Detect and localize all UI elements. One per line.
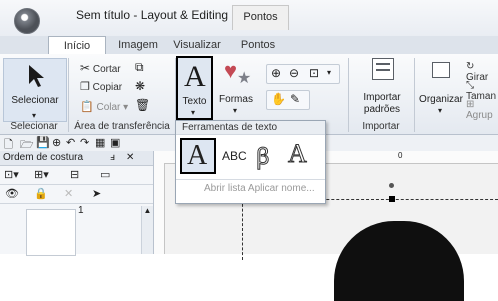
dropdown-divider — [176, 179, 325, 180]
group-separator — [414, 58, 415, 132]
measure-icon[interactable]: ✎ — [290, 92, 300, 106]
zoom-icon[interactable]: ⊕ — [52, 136, 61, 149]
group-label-selecionar: Selecionar — [10, 121, 58, 132]
importar-padroes-button[interactable]: Importar padrões — [352, 58, 412, 120]
trash-icon[interactable]: 🗑 — [135, 98, 150, 112]
ruler-label: 0 — [398, 151, 403, 160]
chevron-down-icon: ▾ — [191, 108, 196, 117]
zoom-in-icon[interactable]: ⊕ — [271, 66, 281, 80]
view-icon[interactable]: ▦ — [95, 136, 105, 149]
panel-toolbar-2: 👁 🔒 ✕ ➤ — [0, 185, 153, 204]
window-title: Sem título - Layout & Editing — [76, 8, 229, 22]
panel-scrollbar[interactable]: ▲ — [141, 206, 153, 254]
pin-icon[interactable]: ⅎ — [110, 152, 115, 163]
agrupar-button[interactable]: ⊞ Agrup — [466, 99, 498, 121]
panel-toolbar-1: ⊡▾ ⊞▾ ⊟ ▭ — [0, 166, 153, 185]
group-label-clipboard: Área de transferência — [74, 121, 170, 132]
lock-icon[interactable]: 🔒 — [34, 187, 48, 200]
merge-icon[interactable]: ⊞▾ — [34, 168, 49, 181]
copy-icon: ❐ — [80, 81, 90, 93]
text-tool-outline-a[interactable]: A — [288, 139, 308, 169]
selecionar-button[interactable]: Selecionar ▾ — [3, 58, 67, 122]
group-separator — [348, 58, 349, 132]
duplicate-icon[interactable]: ⧉ — [135, 60, 144, 75]
chevron-down-icon: ▾ — [32, 111, 37, 120]
cortar-button[interactable]: ✂ Cortar — [80, 61, 121, 75]
select-cursor-icon[interactable]: ➤ — [92, 187, 101, 200]
import-pattern-icon — [372, 58, 394, 80]
heart-icon: ♥ — [224, 58, 238, 83]
rotate-handle[interactable] — [389, 183, 394, 188]
panel-header: Ordem de costura ⅎ ✕ — [0, 151, 153, 166]
close-icon[interactable]: ✕ — [126, 152, 134, 163]
frame-icon[interactable]: ▣ — [110, 136, 120, 149]
selection-handle[interactable] — [389, 196, 395, 202]
zoom-fit-icon[interactable]: ⊡ — [309, 66, 319, 80]
zoom-tools-row: ⊕ ⊖ ⊡ ▾ — [266, 64, 340, 84]
dropdown-title: Ferramentas de texto — [176, 121, 325, 135]
scissors-icon: ✂ — [80, 61, 91, 75]
stitch-thumbnail[interactable] — [26, 209, 76, 256]
chevron-down-icon: ▾ — [438, 106, 443, 115]
application-menu-button[interactable] — [14, 8, 40, 34]
save-icon[interactable]: 💾 — [36, 136, 50, 149]
resize-icon: ⤡ — [466, 80, 474, 91]
organizar-button[interactable]: Organizar ▾ — [418, 58, 464, 120]
scroll-up-icon[interactable]: ▲ — [142, 206, 153, 215]
tab-pontos[interactable]: Pontos — [228, 37, 288, 54]
abrir-lista-link[interactable]: Abrir lista Aplicar nome... — [204, 183, 315, 194]
tab-inicio[interactable]: Início — [48, 36, 106, 56]
rotate-icon: ↻ — [466, 61, 475, 72]
frame-view-icon[interactable]: ▭ — [100, 168, 110, 181]
chevron-down-icon[interactable]: ▾ — [327, 68, 331, 77]
tab-visualizar[interactable]: Visualizar — [168, 37, 226, 54]
vertical-ruler — [154, 163, 165, 254]
group-label-importar: Importar — [362, 121, 400, 132]
redo-icon[interactable]: ↷ — [80, 136, 89, 149]
letter-a-icon: A — [184, 60, 206, 93]
text-tool-outline-abc[interactable]: ꞵ — [256, 141, 271, 171]
tab-imagem[interactable]: Imagem — [108, 37, 168, 54]
item-number: 1 — [78, 205, 84, 216]
group-separator — [68, 58, 69, 132]
copiar-button[interactable]: ❐ Copiar — [80, 80, 122, 93]
undo-icon[interactable]: ↶ — [66, 136, 75, 149]
text-tool-abc[interactable]: ABC — [222, 149, 247, 163]
stitch-order-panel: Ordem de costura ⅎ ✕ ⊡▾ ⊞▾ ⊟ ▭ 👁 🔒 ✕ ➤ 1… — [0, 151, 154, 256]
context-tab-pontos[interactable]: Pontos — [232, 5, 289, 30]
chevron-down-icon: ▾ — [233, 106, 238, 115]
pattern-icon[interactable]: ❋ — [135, 79, 145, 93]
panel-title: Ordem de costura — [3, 152, 84, 163]
text-tools-dropdown: Ferramentas de texto A ABC ꞵ A Abrir lis… — [175, 120, 326, 204]
zoom-out-icon[interactable]: ⊖ — [289, 66, 299, 80]
delete-icon[interactable]: ✕ — [64, 187, 73, 200]
split-icon[interactable]: ⊟ — [70, 168, 79, 181]
paste-icon: 📋 — [80, 101, 94, 113]
colar-button[interactable]: 📋 Colar ▾ — [80, 100, 128, 113]
sequence-icon[interactable]: ⊡▾ — [4, 168, 19, 181]
texto-button[interactable]: A Texto ▾ — [176, 56, 213, 120]
eye-icon[interactable]: 👁 — [5, 187, 19, 200]
hand-icon[interactable]: ✋ — [271, 92, 286, 106]
view-tools-row: ✋ ✎ — [266, 90, 310, 110]
group-icon: ⊞ — [466, 99, 475, 110]
arrange-icon — [432, 62, 450, 78]
star-icon: ★ — [237, 70, 252, 87]
cursor-arrow-icon — [29, 65, 44, 87]
formas-button[interactable]: ♥ ★ Formas ▾ — [216, 58, 256, 120]
text-tool-a[interactable]: A — [180, 138, 216, 174]
